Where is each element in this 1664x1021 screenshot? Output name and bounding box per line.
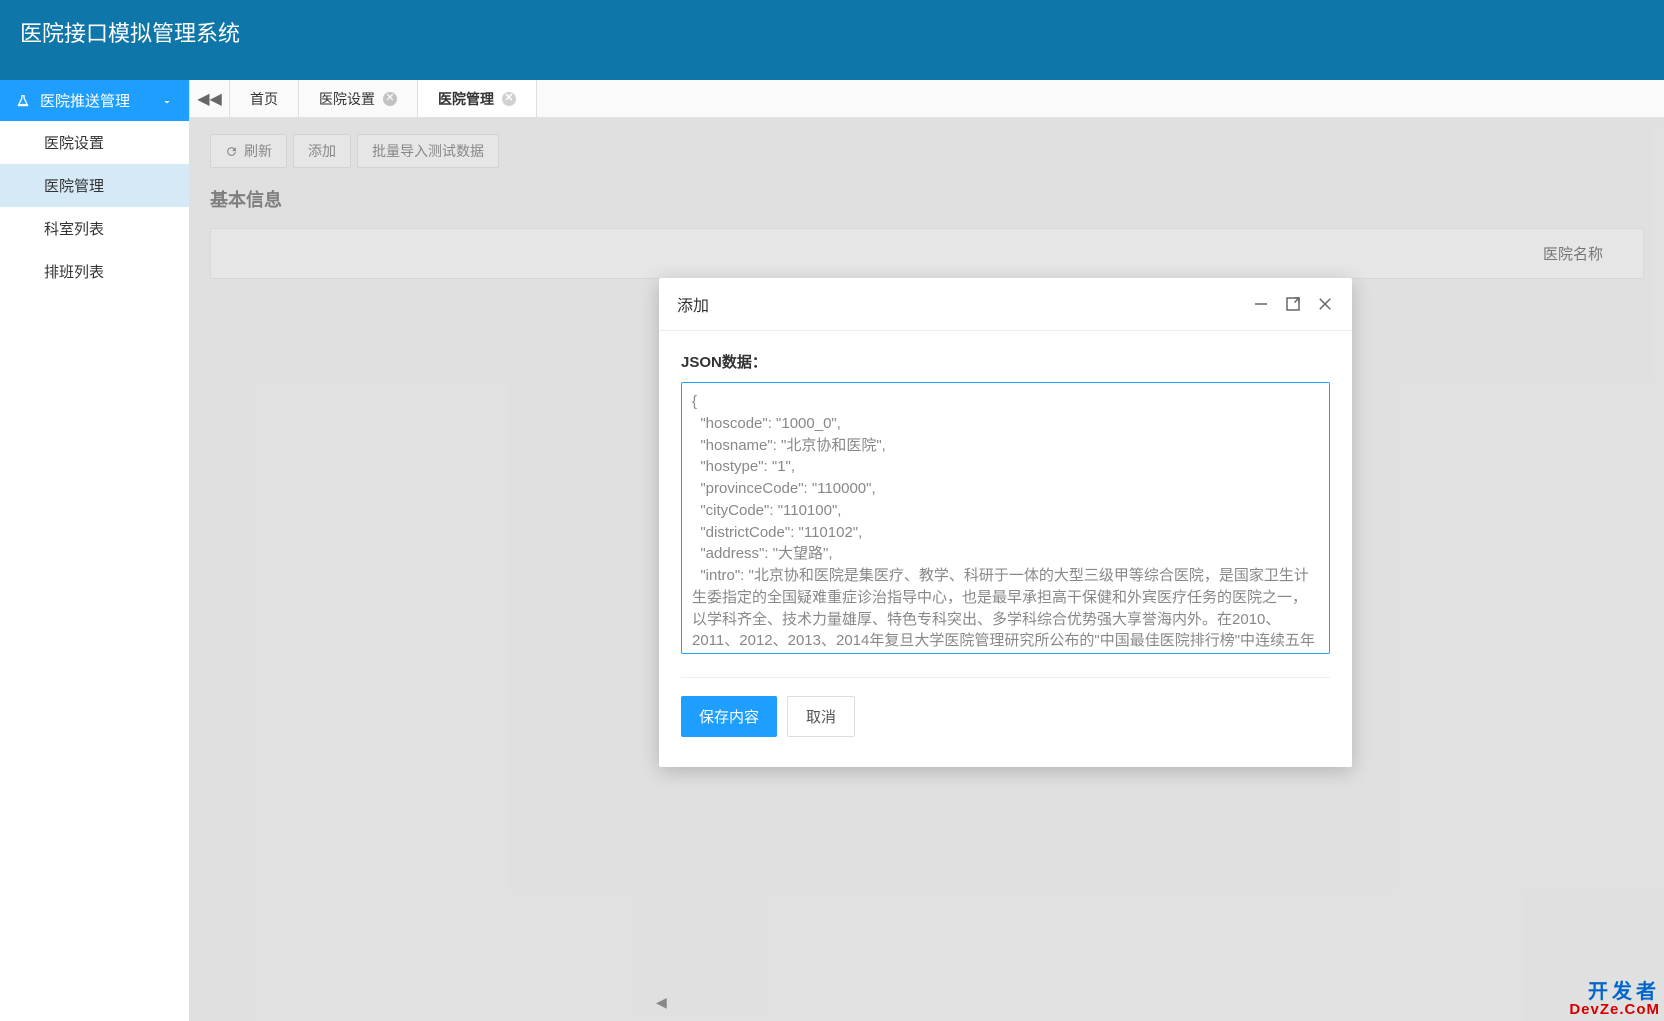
flask-icon xyxy=(16,93,30,109)
scroll-left-indicator[interactable]: ◀ xyxy=(656,994,667,1011)
chevron-down-icon xyxy=(161,95,173,107)
double-chevron-left-icon: ◀◀ xyxy=(197,89,222,109)
save-button[interactable]: 保存内容 xyxy=(681,696,777,737)
cancel-button[interactable]: 取消 xyxy=(787,696,855,737)
tabs-bar: ◀◀ 首页 医院设置 ✕ 医院管理 ✕ xyxy=(190,80,1664,118)
modal-header: 添加 xyxy=(659,278,1352,331)
tab-label: 医院设置 xyxy=(319,89,375,109)
minimize-icon[interactable] xyxy=(1252,295,1270,313)
tab-label: 首页 xyxy=(250,89,278,109)
json-label: JSON数据： xyxy=(681,351,1330,372)
close-icon[interactable]: ✕ xyxy=(383,92,397,106)
close-icon[interactable] xyxy=(1316,295,1334,313)
tab-home[interactable]: 首页 xyxy=(230,80,299,117)
tab-hospital-settings[interactable]: 医院设置 ✕ xyxy=(299,80,418,117)
json-textarea[interactable] xyxy=(681,382,1330,654)
sidebar-section-label: 医院推送管理 xyxy=(40,90,130,111)
close-icon[interactable]: ✕ xyxy=(502,92,516,106)
watermark: 开发者 DevZe.CoM xyxy=(1569,982,1660,1017)
sidebar-section-header[interactable]: 医院推送管理 xyxy=(0,80,189,121)
sidebar-item-hospital-settings[interactable]: 医院设置 xyxy=(0,121,189,164)
app-header: 医院接口模拟管理系统 xyxy=(0,0,1664,80)
modal-title: 添加 xyxy=(677,292,709,316)
tab-label: 医院管理 xyxy=(438,89,494,109)
maximize-icon[interactable] xyxy=(1284,295,1302,313)
add-modal: 添加 JSON数据： 保存内容 取消 xyxy=(659,278,1352,767)
tab-hospital-manage[interactable]: 医院管理 ✕ xyxy=(418,80,537,117)
sidebar-item-department-list[interactable]: 科室列表 xyxy=(0,207,189,250)
sidebar-item-schedule-list[interactable]: 排班列表 xyxy=(0,250,189,293)
tabs-collapse-button[interactable]: ◀◀ xyxy=(190,80,230,117)
app-title: 医院接口模拟管理系统 xyxy=(20,16,240,48)
sidebar: 医院推送管理 医院设置 医院管理 科室列表 排班列表 xyxy=(0,80,190,1021)
sidebar-item-hospital-manage[interactable]: 医院管理 xyxy=(0,164,189,207)
divider xyxy=(681,677,1330,678)
